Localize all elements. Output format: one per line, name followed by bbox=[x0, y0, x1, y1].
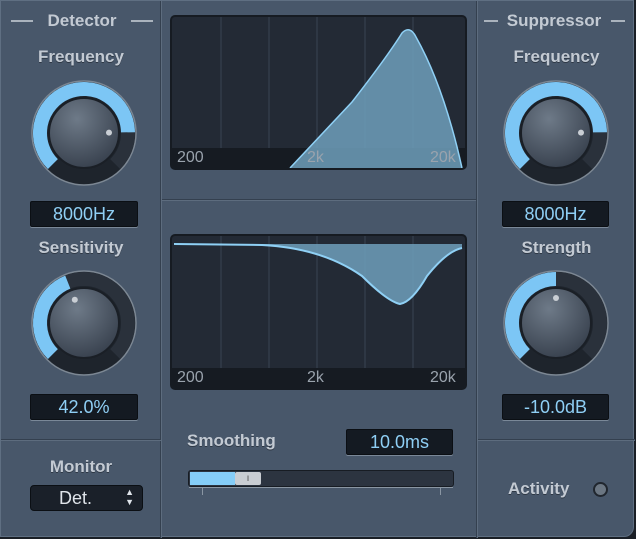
sensitivity-value[interactable]: 42.0% bbox=[30, 394, 138, 420]
slider-fill bbox=[190, 472, 235, 485]
smoothing-label: Smoothing bbox=[187, 431, 276, 450]
deesser-plugin-panel: Detector Frequency 8000Hz Sensitivity 42… bbox=[0, 0, 635, 538]
divider bbox=[478, 439, 635, 441]
sensitivity-label: Sensitivity bbox=[38, 238, 124, 257]
axis-label-20k: 20k bbox=[430, 149, 456, 166]
suppressor-title: Suppressor bbox=[506, 11, 602, 30]
activity-led-icon bbox=[593, 482, 608, 497]
detector-title: Detector bbox=[47, 11, 117, 30]
slider-tick bbox=[202, 487, 203, 495]
suppressor-frequency-label: Frequency bbox=[513, 47, 600, 66]
section-rule bbox=[611, 20, 625, 22]
suppressor-filter-graph: 200 2k 20k bbox=[170, 234, 467, 390]
knob-pointer bbox=[577, 129, 584, 136]
axis-label-20k: 20k bbox=[430, 369, 456, 386]
knob-pointer bbox=[105, 129, 112, 136]
up-down-arrows-icon: ▲ ▼ bbox=[125, 487, 134, 507]
monitor-label: Monitor bbox=[49, 457, 113, 476]
monitor-popup[interactable]: Det. ▲ ▼ bbox=[30, 485, 143, 511]
axis-label-2k: 2k bbox=[307, 369, 324, 386]
strength-label: Strength bbox=[521, 238, 592, 257]
slider-scale bbox=[189, 487, 453, 488]
divider bbox=[476, 1, 478, 538]
detector-frequency-knob[interactable] bbox=[30, 79, 138, 187]
smoothing-slider[interactable]: ı bbox=[188, 470, 454, 487]
activity-label: Activity bbox=[508, 479, 570, 498]
knob-pointer bbox=[71, 296, 78, 303]
divider bbox=[1, 439, 161, 441]
sensitivity-knob[interactable] bbox=[30, 269, 138, 377]
slider-thumb[interactable]: ı bbox=[235, 472, 261, 485]
monitor-value: Det. bbox=[59, 488, 93, 508]
suppressor-frequency-value[interactable]: 8000Hz bbox=[502, 201, 609, 227]
detector-filter-graph: 200 2k 20k bbox=[170, 15, 467, 170]
suppressor-frequency-knob[interactable] bbox=[502, 79, 610, 187]
axis-label-200: 200 bbox=[177, 149, 204, 166]
detector-curve bbox=[172, 17, 465, 168]
axis-label-200: 200 bbox=[177, 369, 204, 386]
knob-pointer bbox=[553, 295, 559, 301]
section-rule bbox=[131, 20, 153, 22]
slider-tick bbox=[440, 487, 441, 495]
divider bbox=[162, 199, 476, 201]
detector-frequency-value[interactable]: 8000Hz bbox=[30, 201, 138, 227]
suppressor-curve bbox=[172, 236, 465, 388]
axis-label-2k: 2k bbox=[307, 149, 324, 166]
section-rule bbox=[11, 20, 33, 22]
smoothing-value[interactable]: 10.0ms bbox=[346, 429, 453, 455]
detector-frequency-label: Frequency bbox=[38, 47, 124, 66]
section-rule bbox=[484, 20, 498, 22]
strength-value[interactable]: -10.0dB bbox=[502, 394, 609, 420]
strength-knob[interactable] bbox=[502, 269, 610, 377]
